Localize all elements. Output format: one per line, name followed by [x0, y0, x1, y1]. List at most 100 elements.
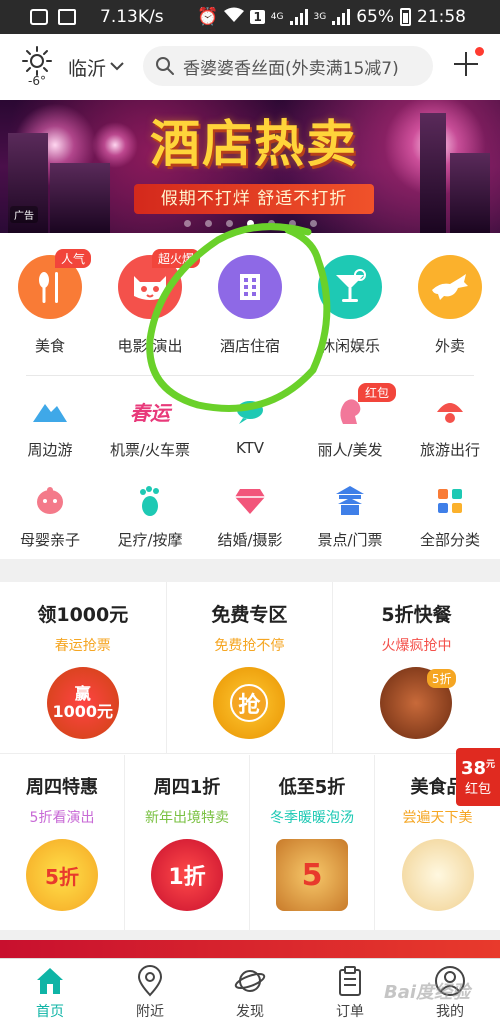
category-all[interactable]: 全部分类	[400, 481, 500, 550]
red-packet-unit: 元	[486, 760, 496, 770]
deal-title: 低至5折	[278, 777, 346, 798]
category-label: 足疗/按摩	[117, 531, 183, 549]
category-tickets[interactable]: 春运 机票/火车票	[100, 391, 200, 460]
add-button[interactable]	[454, 47, 484, 76]
battery-icon	[400, 8, 411, 26]
promo-banner[interactable]: 酒店热卖 假期不打烊 舒适不打折 广告	[0, 100, 500, 233]
clipboard-icon	[339, 966, 361, 996]
deal-image-text: 5折	[426, 669, 457, 688]
category-label: 美食	[34, 337, 65, 355]
deal-subtitle: 火爆疯抢中	[381, 638, 452, 654]
tab-label: 附近	[136, 1004, 164, 1020]
category-ktv[interactable]: KTV	[200, 391, 300, 460]
category-takeout[interactable]: 外卖	[400, 255, 500, 356]
deal-image-text: 抢	[230, 684, 269, 722]
category-travel[interactable]: 旅游出行	[400, 391, 500, 460]
category-attractions[interactable]: 景点/门票	[300, 481, 400, 550]
carousel-dot[interactable]	[225, 220, 233, 227]
carousel-dot[interactable]	[288, 220, 296, 227]
search-icon	[156, 57, 174, 75]
category-baby[interactable]: 母婴亲子	[0, 481, 100, 550]
deal-image-text: 5	[301, 857, 323, 893]
category-badge: 超火爆	[152, 249, 201, 268]
carousel-dot[interactable]	[309, 220, 317, 227]
deal-image-prize: 赢 1000元	[46, 667, 119, 739]
red-packet-label: 红包	[464, 782, 491, 797]
notification-dot	[475, 47, 484, 56]
wifi-icon	[224, 7, 245, 28]
deal-image-text: 赢 1000元	[52, 684, 114, 721]
deal-title: 周四1折	[153, 777, 221, 798]
home-icon	[37, 968, 63, 994]
promo-strip[interactable]	[0, 940, 500, 960]
kangaroo-icon	[418, 255, 482, 319]
category-label: 电影/演出	[117, 337, 183, 355]
planet-icon	[234, 970, 266, 992]
category-beauty[interactable]: 红包 丽人/美发	[300, 383, 400, 460]
deal-image-hotspring: 5	[276, 839, 348, 911]
deal-image-food	[401, 839, 474, 911]
category-label: 外卖	[434, 337, 465, 355]
floating-red-packet[interactable]: 38元 红包	[456, 748, 500, 806]
message-notification-icon	[30, 9, 48, 25]
diamond-icon	[230, 481, 270, 521]
tab-nearby[interactable]: 附近	[100, 959, 200, 1028]
carousel-dot[interactable]	[267, 220, 275, 227]
carousel-dot[interactable]	[183, 220, 191, 227]
category-label: 酒店住宿	[219, 337, 280, 355]
category-massage[interactable]: 足疗/按摩	[100, 481, 200, 550]
category-label: 周边游	[27, 441, 73, 459]
carousel-dots	[0, 220, 500, 227]
tab-discover[interactable]: 发现	[200, 959, 300, 1028]
carousel-dot-active[interactable]	[246, 220, 254, 227]
deal-card[interactable]: 周四特惠 5折看演出 5折	[0, 755, 125, 930]
alarm-icon: ⏰	[197, 7, 219, 27]
image-notification-icon	[58, 9, 76, 25]
deal-card[interactable]: 领1000元 春运抢票 赢 1000元	[0, 582, 167, 754]
carousel-dot[interactable]	[204, 220, 212, 227]
network-3g-label: 3G	[313, 12, 327, 22]
category-label: 结婚/摄影	[217, 531, 283, 549]
deal-card[interactable]: 低至5折 冬季暖暖泡汤 5	[250, 755, 375, 930]
red-packet-amount: 38	[460, 758, 487, 779]
tab-home[interactable]: 首页	[0, 959, 100, 1028]
divider	[26, 375, 474, 376]
category-label: 母婴亲子	[19, 531, 80, 549]
deal-title: 5折快餐	[381, 604, 452, 626]
deal-image-money-bag: 抢	[213, 667, 286, 739]
deal-subtitle: 冬季暖暖泡汤	[270, 810, 354, 826]
weather-widget[interactable]: -6°	[8, 46, 66, 88]
banner-subtitle: 假期不打烊 舒适不打折	[134, 184, 374, 214]
sim-badge: 1	[250, 10, 265, 24]
category-leisure[interactable]: 休闲娱乐	[300, 255, 400, 356]
city-selector[interactable]: 临沂	[68, 54, 124, 81]
search-bar[interactable]: 香婆婆香丝面(外卖满15减7)	[143, 46, 433, 86]
category-wedding[interactable]: 结婚/摄影	[200, 481, 300, 550]
tab-label: 我的	[436, 1004, 464, 1020]
building-decoration	[420, 113, 446, 233]
category-hotel[interactable]: 酒店住宿	[200, 255, 300, 356]
primary-category-row: 人气 美食 超火爆 电影/演出 酒店住宿 休闲娱乐 外卖	[0, 249, 500, 356]
deal-card[interactable]: 5折快餐 火爆疯抢中 5折	[333, 582, 500, 754]
deal-image-coins: 5折	[26, 839, 98, 911]
temple-icon	[330, 481, 370, 521]
deal-title: 领1000元	[37, 604, 129, 626]
category-food[interactable]: 人气 美食	[0, 249, 100, 356]
location-pin-icon	[137, 965, 163, 997]
spring-festival-icon: 春运	[130, 391, 170, 431]
deal-subtitle: 新年出境特卖	[145, 810, 229, 826]
category-nearby-trips[interactable]: 周边游	[0, 391, 100, 460]
microphone-icon	[230, 391, 270, 431]
umbrella-icon	[430, 391, 470, 431]
category-label: 景点/门票	[317, 531, 383, 549]
category-movies[interactable]: 超火爆 电影/演出	[100, 249, 201, 356]
baby-face-icon	[30, 481, 70, 521]
deal-card[interactable]: 周四1折 新年出境特卖 1折	[125, 755, 250, 930]
category-badge: 人气	[55, 249, 92, 268]
banner-title: 酒店热卖	[150, 115, 358, 173]
status-bar: 7.13K/s ⏰ 1 4G 3G 65% 21:58	[0, 0, 500, 34]
building-icon	[218, 255, 282, 319]
deal-image-text: 1折	[168, 865, 206, 890]
deal-card[interactable]: 免费专区 免费抢不停 抢	[167, 582, 334, 754]
category-label: 旅游出行	[419, 441, 480, 459]
